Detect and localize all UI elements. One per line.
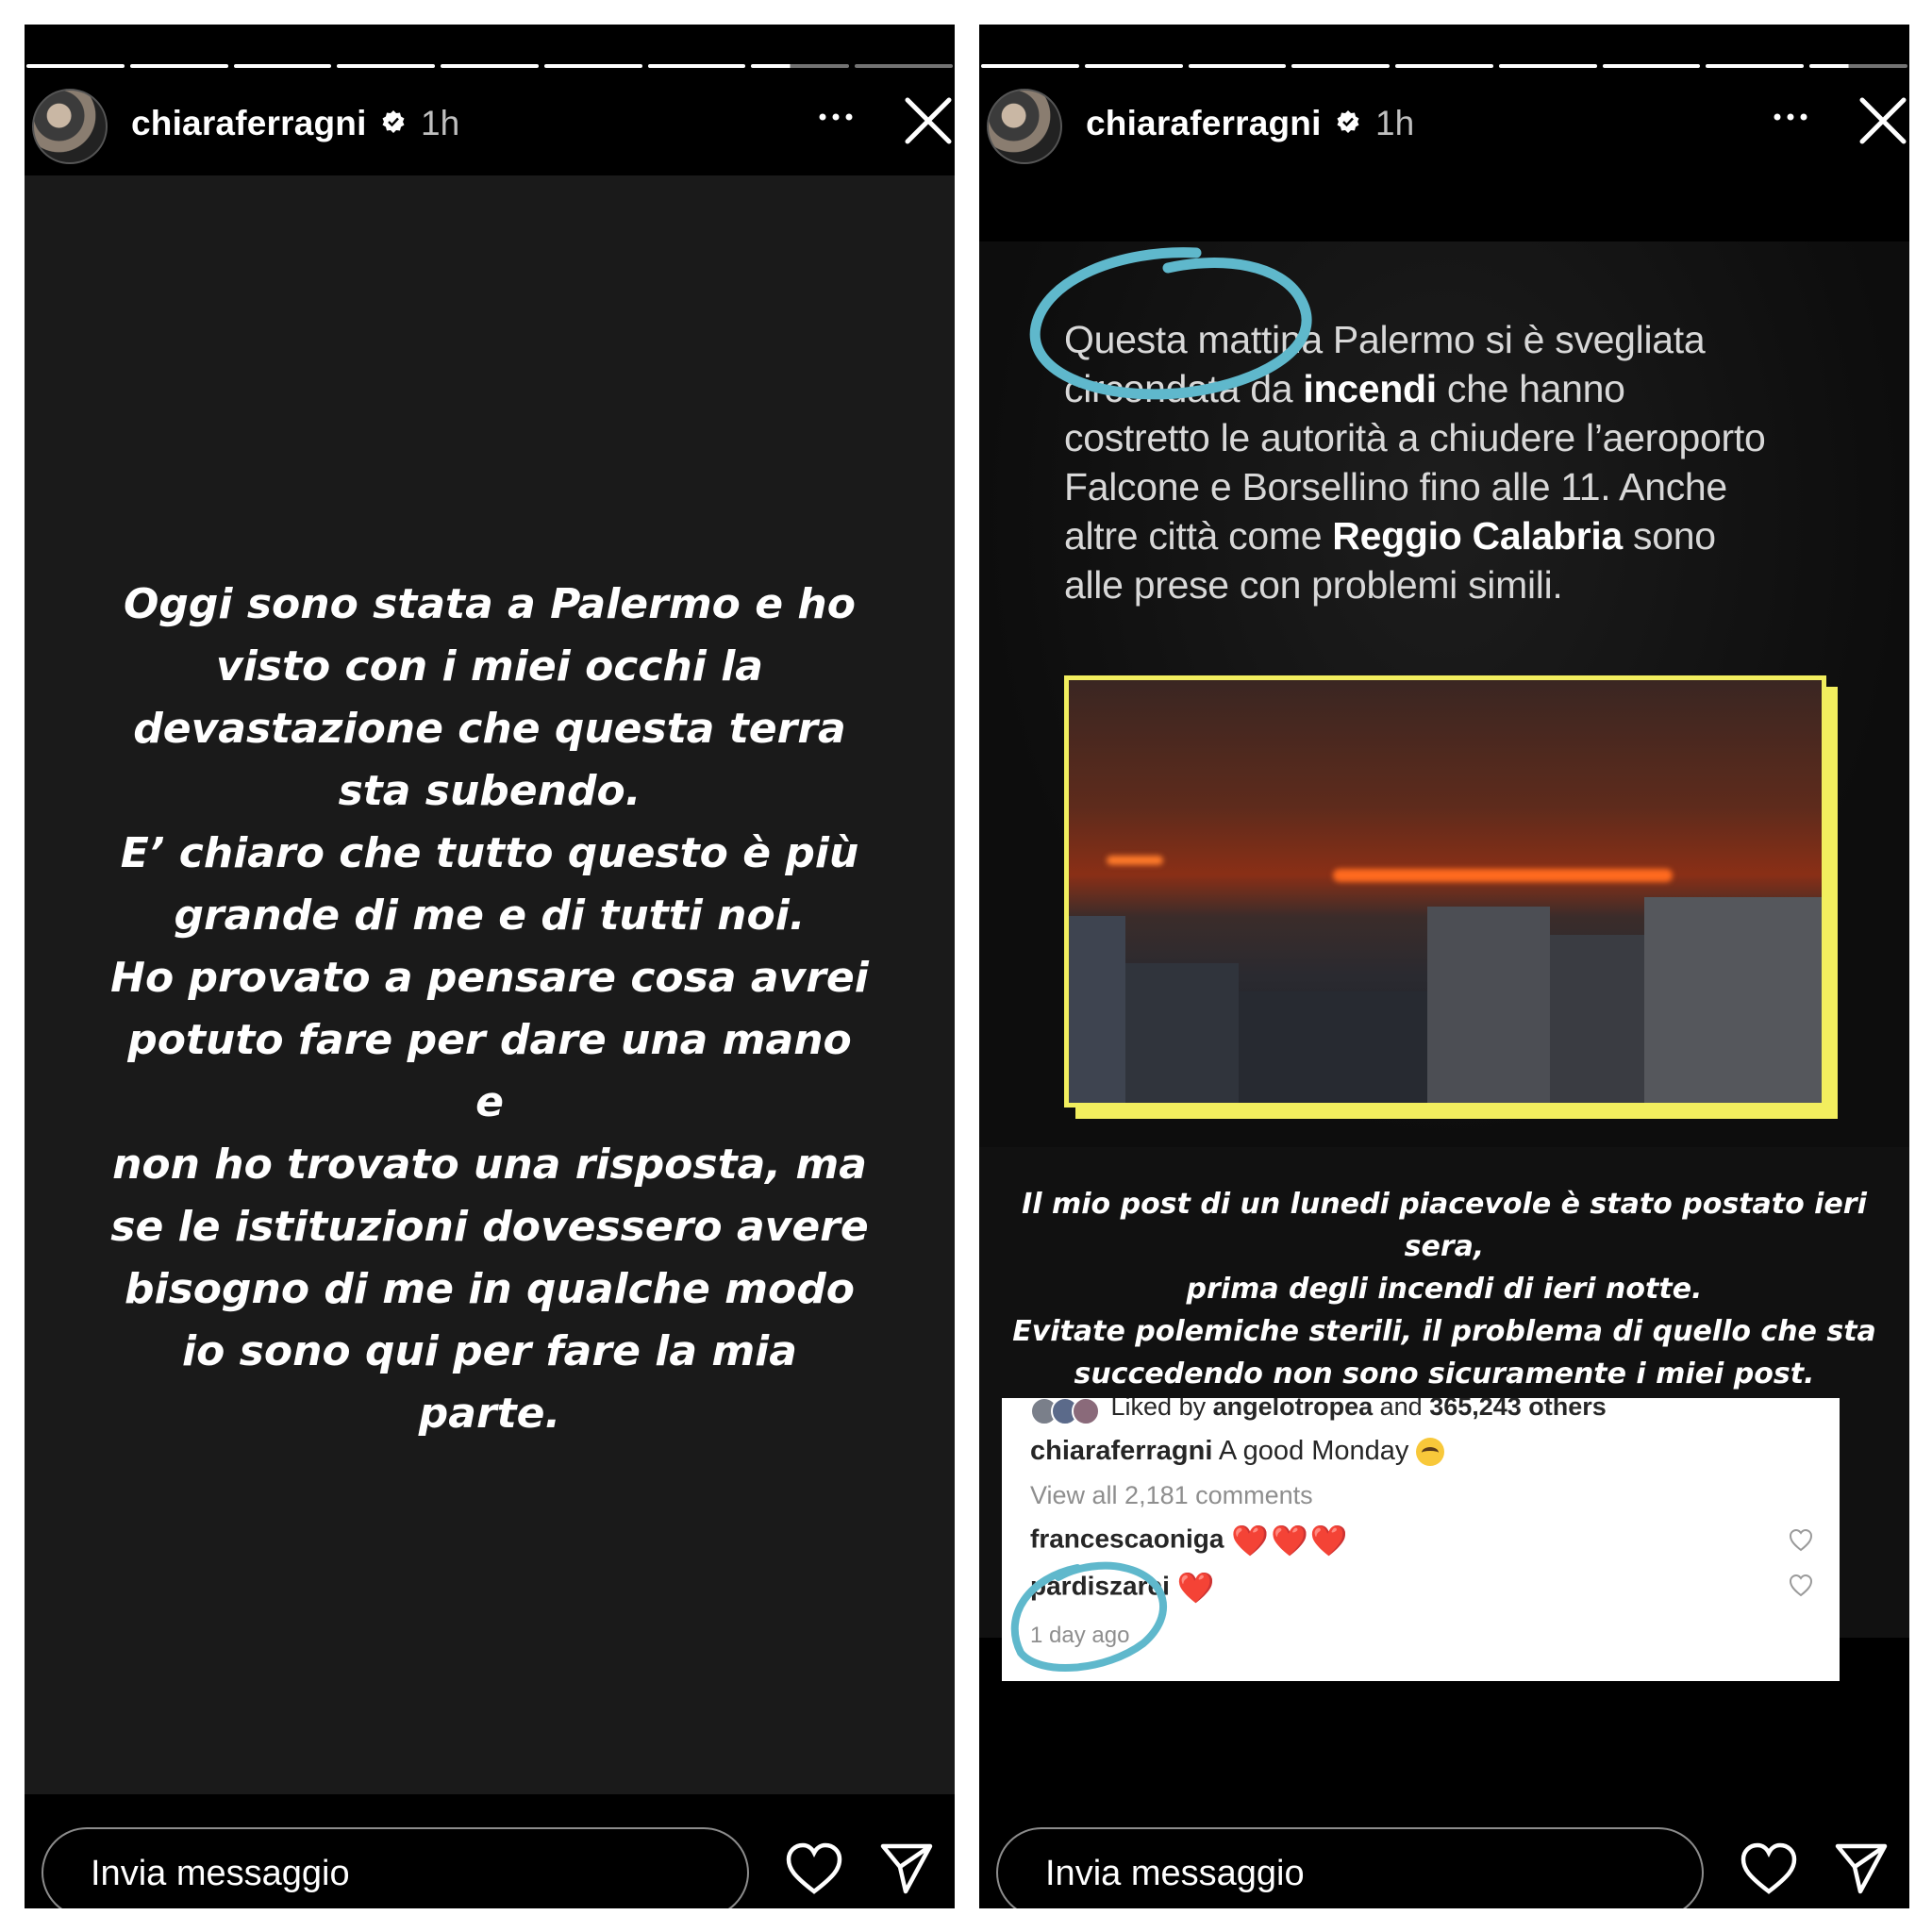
username[interactable]: chiaraferragni bbox=[131, 104, 367, 143]
send-icon[interactable] bbox=[879, 1840, 934, 1895]
post-caption: chiaraferragni A good Monday bbox=[1030, 1436, 1445, 1467]
story-right: chiaraferragni 1h Questa mattina Palermo… bbox=[979, 25, 1909, 1908]
post-timestamp: 1 day ago bbox=[1030, 1623, 1130, 1648]
message-input[interactable]: Invia messaggio bbox=[42, 1827, 749, 1908]
send-icon[interactable] bbox=[1834, 1840, 1889, 1895]
instagram-post-screenshot: Liked by angelotropea and 365,243 others… bbox=[1002, 1398, 1840, 1681]
comment-row: francescaoniga ❤️❤️❤️ bbox=[1030, 1524, 1350, 1557]
message-input[interactable]: Invia messaggio bbox=[996, 1827, 1704, 1908]
story-overlay-text: Il mio post di un lunedi piacevole è sta… bbox=[1012, 1188, 1876, 1391]
news-screenshot: Questa mattina Palermo si è svegliata ci… bbox=[979, 242, 1909, 1147]
more-options-icon[interactable] bbox=[1772, 106, 1809, 134]
story-caption-text: Oggi sono stata a Palermo e ho visto con… bbox=[110, 580, 869, 1438]
liked-by-row: Liked by angelotropea and 365,243 others bbox=[1030, 1398, 1607, 1425]
fire-photo bbox=[1064, 675, 1826, 1108]
verified-badge-icon bbox=[382, 110, 405, 133]
news-text: Questa mattina Palermo si è svegliata ci… bbox=[1064, 318, 1766, 607]
heart-icon[interactable] bbox=[785, 1840, 843, 1899]
view-comments-link[interactable]: View all 2,181 comments bbox=[1030, 1481, 1313, 1510]
comment-like-icon[interactable] bbox=[1789, 1574, 1813, 1598]
pleading-face-emoji bbox=[1416, 1438, 1445, 1467]
story-progress-bar bbox=[979, 64, 1909, 69]
story-time: 1h bbox=[1375, 104, 1415, 142]
close-icon[interactable] bbox=[902, 94, 955, 147]
story-footer: Invia messaggio bbox=[979, 1795, 1909, 1908]
heart-icon[interactable] bbox=[1740, 1840, 1798, 1899]
avatar[interactable] bbox=[987, 89, 1062, 164]
comment-like-icon[interactable] bbox=[1789, 1528, 1813, 1553]
avatar[interactable] bbox=[32, 89, 108, 164]
verified-badge-icon bbox=[1337, 110, 1359, 133]
story-header: chiaraferragni 1h bbox=[25, 87, 955, 164]
story-footer: Invia messaggio bbox=[25, 1795, 955, 1908]
liked-avatars bbox=[1030, 1398, 1104, 1425]
message-placeholder: Invia messaggio bbox=[91, 1854, 350, 1893]
story-progress-bar bbox=[25, 64, 955, 69]
story-content: Oggi sono stata a Palermo e ho visto con… bbox=[25, 175, 955, 1794]
username[interactable]: chiaraferragni bbox=[1086, 104, 1322, 143]
close-icon[interactable] bbox=[1857, 94, 1909, 147]
story-time: 1h bbox=[421, 104, 460, 142]
message-placeholder: Invia messaggio bbox=[1045, 1854, 1305, 1893]
comment-row: pardiszarei ❤️ bbox=[1030, 1571, 1217, 1605]
story-header: chiaraferragni 1h bbox=[979, 87, 1909, 164]
more-options-icon[interactable] bbox=[817, 106, 855, 134]
annotation-circle bbox=[1010, 1561, 1168, 1672]
story-left: chiaraferragni 1h Oggi sono stata a Pale… bbox=[25, 25, 955, 1908]
